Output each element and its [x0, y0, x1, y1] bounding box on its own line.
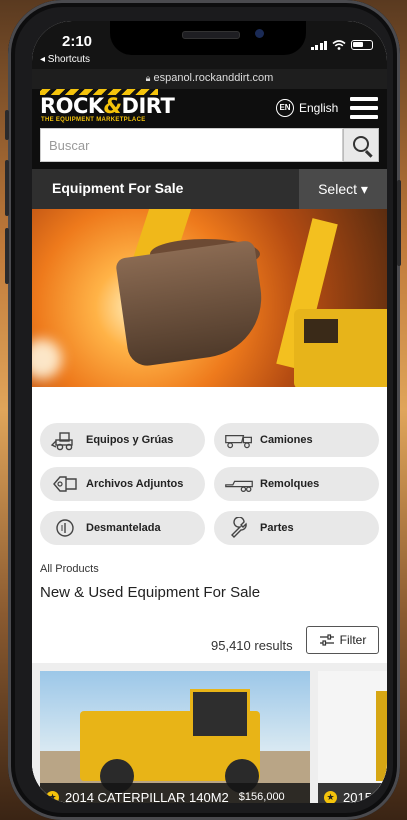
phone-screen: 2:10 ◂ Shortcuts 🔒︎ espanol.rockanddirt.c…: [32, 21, 387, 803]
listings-carousel[interactable]: ★ 2014 CATERPILLAR 140M2 $156,000 ★ 2015: [32, 663, 387, 803]
category-archivos-adjuntos[interactable]: Archivos Adjuntos: [40, 467, 205, 501]
category-remolques[interactable]: Remolques: [214, 467, 379, 501]
filter-button[interactable]: Filter: [306, 626, 379, 654]
truck-icon: [224, 429, 254, 451]
wrench-icon: [224, 517, 254, 539]
category-equipos-gruas[interactable]: Equipos y Grúas: [40, 423, 205, 457]
listing-title: 2014 CATERPILLAR 140M2: [65, 789, 229, 804]
category-desmantelada[interactable]: Desmantelada: [40, 511, 205, 545]
sliders-icon: [319, 634, 334, 646]
notch: [110, 21, 306, 55]
listing-card[interactable]: ★ 2015: [318, 671, 387, 803]
category-label: Partes: [260, 522, 294, 534]
side-button: [397, 180, 401, 266]
search-button[interactable]: [343, 128, 379, 162]
search-bar: [32, 127, 387, 169]
page-title: New & Used Equipment For Sale: [40, 584, 261, 601]
excavator-cab: [294, 309, 387, 387]
category-label: Equipos y Grúas: [86, 434, 174, 446]
search-icon: [353, 136, 369, 152]
site-header: ROCK&DIRT THE EQUIPMENT MARKETPLACE EN E…: [32, 89, 387, 127]
trailer-icon: [224, 473, 254, 495]
listing-caption: ★ 2015: [318, 783, 387, 803]
filter-label: Filter: [339, 633, 367, 647]
status-time: 2:10: [62, 33, 93, 50]
motor-grader-cab: [190, 689, 250, 739]
category-label: Desmantelada: [86, 522, 161, 534]
search-input[interactable]: [41, 129, 358, 161]
category-partes[interactable]: Partes: [214, 511, 379, 545]
attachment-icon: [50, 473, 80, 495]
dismantled-icon: [50, 517, 80, 539]
address-bar[interactable]: 🔒︎ espanol.rockanddirt.com: [32, 69, 387, 89]
sun-flare: [32, 339, 62, 379]
url-text: espanol.rockanddirt.com: [153, 72, 274, 84]
listing-card[interactable]: ★ 2014 CATERPILLAR 140M2 $156,000: [40, 671, 310, 803]
battery-icon: [351, 40, 373, 50]
category-label: Remolques: [260, 478, 320, 490]
listing-photo-machine: [376, 691, 387, 781]
category-label: Archivos Adjuntos: [86, 478, 184, 490]
listing-price: $156,000: [238, 791, 285, 803]
front-camera: [255, 29, 264, 38]
search-field: [40, 128, 358, 162]
section-bar: Equipment For Sale Select ▾: [32, 169, 387, 209]
category-label: Camiones: [260, 434, 313, 446]
logo-tagline: THE EQUIPMENT MARKETPLACE: [41, 117, 146, 123]
excavator-bucket: [115, 239, 269, 369]
loader-icon: [50, 429, 80, 451]
results-count: 95,410 results: [211, 638, 293, 653]
listing-caption: ★ 2014 CATERPILLAR 140M2 $156,000: [40, 783, 310, 803]
volume-down-button: [5, 228, 9, 284]
category-select-dropdown[interactable]: Select ▾: [299, 169, 387, 209]
status-icons: [310, 40, 373, 50]
breadcrumb[interactable]: All Products: [40, 563, 99, 575]
hero-banner-image: [32, 209, 387, 387]
listing-title: 2015: [343, 789, 372, 804]
category-camiones[interactable]: Camiones: [214, 423, 379, 457]
section-title: Equipment For Sale: [52, 180, 184, 196]
star-icon: ★: [46, 790, 59, 803]
speaker-grille: [182, 31, 240, 39]
lock-icon: 🔒︎: [145, 73, 151, 83]
rock-and-dirt-logo[interactable]: ROCK&DIRT THE EQUIPMENT MARKETPLACE: [40, 89, 175, 127]
wifi-icon: [332, 40, 346, 50]
status-bar: 2:10 ◂ Shortcuts: [32, 21, 387, 69]
volume-up-button: [5, 160, 9, 216]
star-icon: ★: [324, 790, 337, 803]
language-selector[interactable]: EN English: [276, 99, 338, 117]
back-to-shortcuts-link[interactable]: ◂ Shortcuts: [40, 54, 90, 65]
language-code-badge: EN: [276, 99, 294, 117]
language-label: English: [299, 101, 339, 115]
mute-switch: [5, 110, 9, 140]
logo-wordmark: ROCK&DIRT: [40, 94, 175, 118]
hamburger-menu-icon[interactable]: [350, 97, 378, 119]
signal-icon: [310, 41, 327, 50]
main-content: Equipos y Grúas Camiones Archivos Adjunt…: [32, 387, 387, 803]
